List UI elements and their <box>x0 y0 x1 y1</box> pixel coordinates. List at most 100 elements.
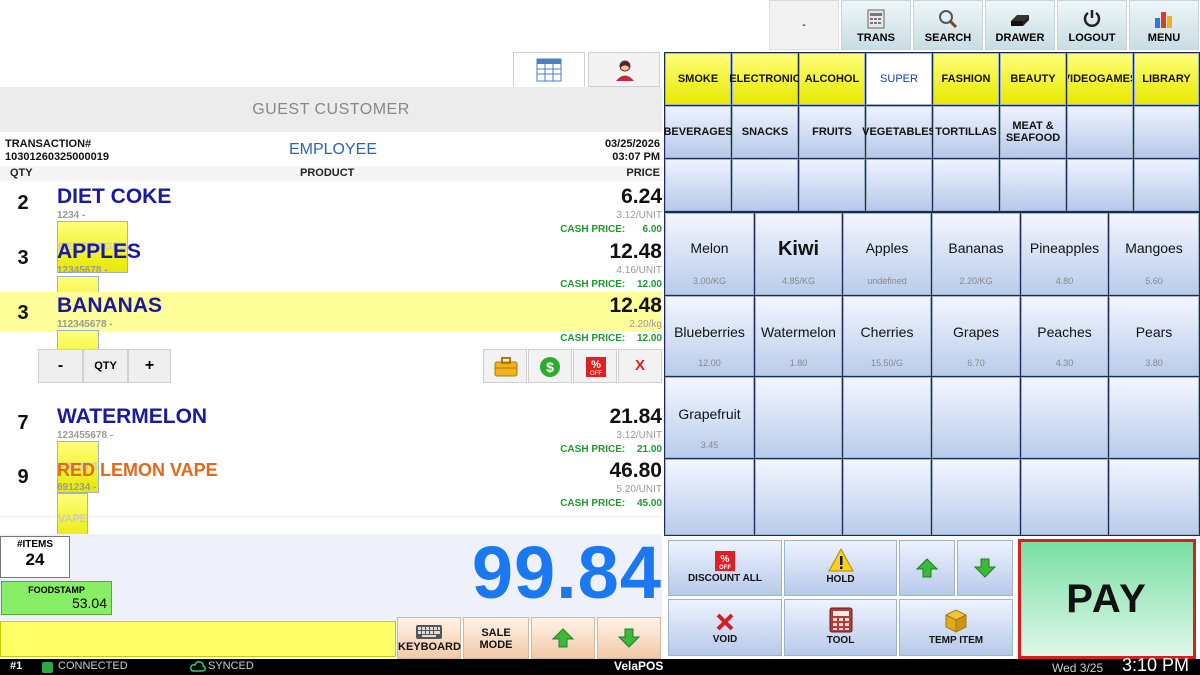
cart-item[interactable]: 3 APPLES 12345678 - FRUITS 12.48 4.16/UN… <box>0 237 662 328</box>
move-down-button[interactable] <box>957 540 1013 596</box>
search-button[interactable]: SEARCH <box>913 0 983 50</box>
subcategory-tortillas[interactable]: TORTILLAS <box>933 106 999 158</box>
empty-slot <box>1000 159 1066 211</box>
product-grapefruit[interactable]: Grapefruit 3.45 <box>665 377 754 458</box>
scroll-down-button[interactable] <box>597 617 661 659</box>
keyboard-button[interactable]: KEYBOARD <box>397 617 461 659</box>
cloud-sync-icon <box>190 661 206 672</box>
remove-item-button[interactable]: X <box>618 349 662 383</box>
cart-item-price: 21.84 <box>609 405 662 428</box>
void-button[interactable]: VOID <box>668 599 782 656</box>
move-up-button[interactable] <box>899 540 955 596</box>
product-pears[interactable]: Pears 3.80 <box>1109 296 1199 376</box>
cash-drawer-icon <box>1011 15 1029 26</box>
product-bananas[interactable]: Bananas 2.20/KG <box>932 213 1020 295</box>
logout-button[interactable]: LOGOUT <box>1057 0 1127 50</box>
box-icon <box>944 609 968 633</box>
tab-customer[interactable] <box>588 52 660 87</box>
empty-product-slot <box>1021 377 1108 458</box>
briefcase-icon <box>494 357 518 377</box>
scroll-up-button[interactable] <box>531 617 595 659</box>
cart-item-price: 46.80 <box>609 459 662 482</box>
pay-button[interactable]: PAY <box>1018 539 1196 659</box>
category-beauty[interactable]: BEAUTY <box>1000 53 1066 105</box>
empty-product-slot <box>932 459 1020 535</box>
subcategory-empty <box>1134 106 1199 158</box>
category-super[interactable]: SUPER <box>866 53 932 105</box>
product-kiwi[interactable]: Kiwi 4.85/KG <box>755 213 842 295</box>
menu-button[interactable]: MENU <box>1129 0 1199 50</box>
empty-slot <box>799 159 865 211</box>
category-smoke[interactable]: SMOKE <box>665 53 731 105</box>
brand-name: VelaPOS <box>614 659 664 673</box>
arrow-up-icon <box>552 628 574 648</box>
product-grapes[interactable]: Grapes 6.70 <box>932 296 1020 376</box>
foodstamp-box[interactable]: FOODSTAMP 53.04 <box>1 581 112 615</box>
search-icon <box>939 10 958 29</box>
cart-item[interactable]: 9 RED LEMON VAPE 891234 - VAPE 46.80 5.2… <box>0 457 662 545</box>
empty-product-slot <box>755 377 842 458</box>
discount-all-button[interactable]: % OFF DISCOUNT ALL <box>668 540 782 596</box>
tool-button[interactable]: TOOL <box>784 599 897 656</box>
category-alcohol[interactable]: ALCOHOL <box>799 53 865 105</box>
employee-label[interactable]: EMPLOYEE <box>233 141 433 159</box>
temp-item-button[interactable]: TEMP ITEM <box>899 599 1013 656</box>
empty-slot <box>933 159 999 211</box>
drawer-button[interactable]: DRAWER <box>985 0 1055 50</box>
subcategory-vegetables[interactable]: VEGETABLES <box>862 106 936 158</box>
foodstamp-value: 53.04 <box>71 595 107 611</box>
void-x-icon <box>716 613 734 631</box>
product-watermelon[interactable]: Watermelon 1.80 <box>755 296 842 376</box>
subcategory-empty <box>1067 106 1133 158</box>
cash-price-button[interactable]: $ <box>528 349 572 383</box>
drawer-label: DRAWER <box>995 32 1045 44</box>
cart-item-unit-price: 5.20/UNIT <box>616 484 662 495</box>
tab-cart[interactable] <box>513 52 585 87</box>
cart-item-unit-price: 2.20/kg <box>629 319 662 330</box>
increase-qty-button[interactable]: + <box>128 349 171 383</box>
subcategory-meat-seafood[interactable]: MEAT & SEAFOOD <box>1000 106 1066 158</box>
category-electronic[interactable]: ELECTRONIC <box>729 53 801 105</box>
cart-item-price: 12.48 <box>609 294 662 317</box>
cart-item-cash-price: CASH PRICE: 45.00 <box>560 498 662 509</box>
category-videogames[interactable]: VIDEOGAMES <box>1067 53 1133 105</box>
subcategory-beverages[interactable]: BEVERAGES <box>663 106 733 158</box>
product-peaches[interactable]: Peaches 4.30 <box>1021 296 1108 376</box>
product-cherries[interactable]: Cherries 15.50/G <box>843 296 931 376</box>
product-pineapples[interactable]: Pineapples 4.80 <box>1021 213 1108 295</box>
cart-item[interactable]: 7 WATERMELON 123455678 - FRUITS 21.84 3.… <box>0 403 662 493</box>
product-melon[interactable]: Melon 3.00/KG <box>665 213 754 295</box>
dash-button[interactable]: - <box>769 0 839 50</box>
subcategory-snacks[interactable]: SNACKS <box>732 106 798 158</box>
cart-item-code: 1234 - BEVERAGES <box>57 210 129 273</box>
svg-text:%: % <box>721 554 730 565</box>
decrease-qty-button[interactable]: - <box>38 349 83 383</box>
transaction-date: 03/25/2026 <box>604 138 660 150</box>
sale-mode-button[interactable]: SALE MODE <box>463 617 529 659</box>
cart-item[interactable]: 2 DIET COKE 1234 - BEVERAGES 6.24 3.12/U… <box>0 181 662 273</box>
discount-item-button[interactable]: % OFF <box>573 349 617 383</box>
cart-item-name: BANANAS <box>57 294 162 317</box>
tool-label: TOOL <box>826 635 855 646</box>
category-library[interactable]: LIBRARY <box>1134 53 1199 105</box>
scan-input[interactable] <box>0 621 396 657</box>
qty-button[interactable]: QTY <box>83 349 128 383</box>
customer-name[interactable]: GUEST CUSTOMER <box>0 87 662 132</box>
subcategory-fruits[interactable]: FRUITS <box>799 106 865 158</box>
system-date: Wed 3/25 <box>1052 661 1104 675</box>
briefcase-button[interactable] <box>483 349 527 383</box>
cart-item-selected[interactable]: 3 BANANAS 112345678 - FRUITS 12.48 2.20/… <box>0 291 662 382</box>
warning-icon <box>827 548 854 572</box>
column-qty: QTY <box>10 167 33 179</box>
svg-text:OFF: OFF <box>719 565 731 571</box>
logout-label: LOGOUT <box>1068 32 1116 44</box>
product-apples[interactable]: Apples undefined <box>843 213 931 295</box>
empty-slot <box>1134 159 1199 211</box>
category-fashion[interactable]: FASHION <box>933 53 999 105</box>
cart-item-code: 123455678 - FRUITS <box>57 430 113 493</box>
cart-item-qty: 3 <box>17 247 29 269</box>
trans-button[interactable]: TRANS <box>841 0 911 50</box>
product-blueberries[interactable]: Blueberries 12.00 <box>665 296 754 376</box>
hold-button[interactable]: HOLD <box>784 540 897 596</box>
product-mangoes[interactable]: Mangoes 5.60 <box>1109 213 1199 295</box>
